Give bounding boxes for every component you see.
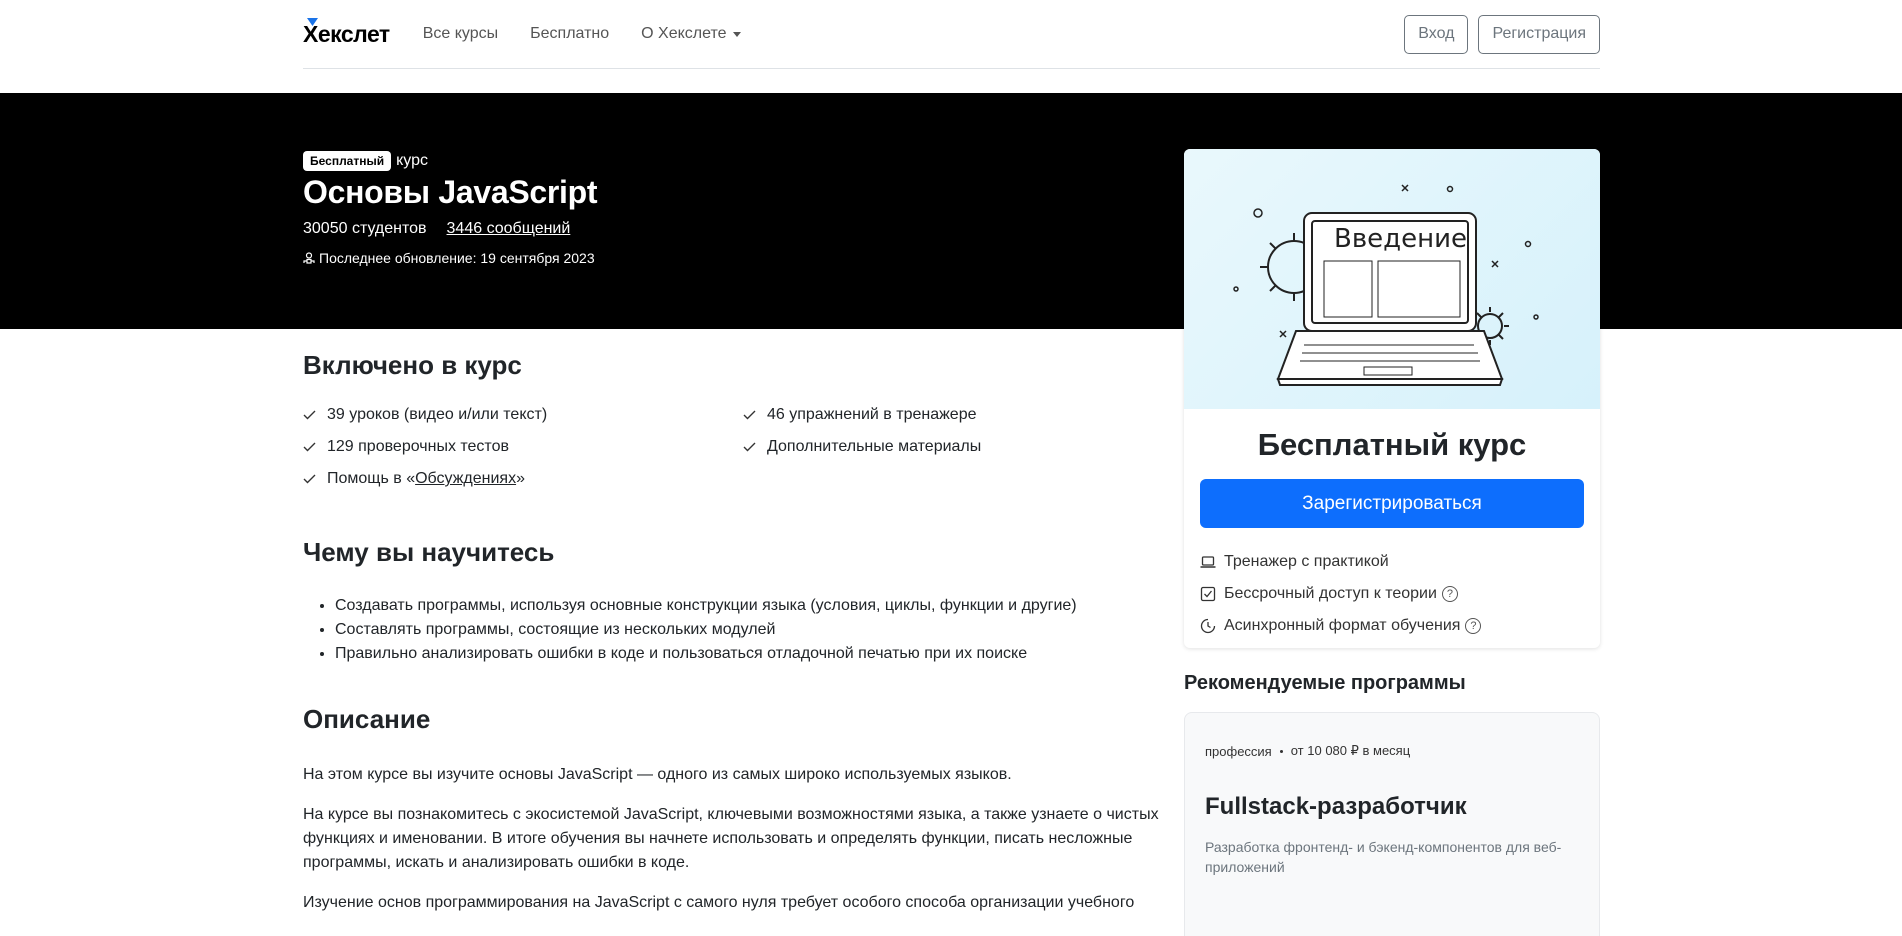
separator-dot bbox=[1279, 749, 1283, 753]
help-prefix: Помощь в « bbox=[327, 470, 416, 487]
logo[interactable]: Хекслет bbox=[303, 17, 390, 48]
included-item: 39 уроков (видео и/или текст) bbox=[303, 405, 743, 425]
learn-title: Чему вы научитесь bbox=[303, 537, 555, 567]
included-item: 129 проверочных тестов bbox=[303, 437, 743, 457]
last-updated-text: Последнее обновление: 19 сентября 2023 bbox=[319, 250, 595, 266]
feature-label: Тренажер с практикой bbox=[1224, 553, 1389, 570]
description-paragraph: На этом курсе вы изучите основы JavaScri… bbox=[303, 766, 1012, 783]
course-type-line: Бесплатный курс bbox=[303, 151, 597, 171]
learn-list: Создавать программы, используя основные … bbox=[335, 594, 1163, 666]
recommended-program-card[interactable]: профессия от 10 080 ₽ в месяц Fullstack-… bbox=[1184, 712, 1600, 936]
program-meta: профессия от 10 080 ₽ в месяц bbox=[1205, 743, 1579, 759]
top-navbar: Хекслет Все курсы Бесплатно О Хекслете В… bbox=[303, 0, 1600, 69]
auth-buttons: Вход Регистрация bbox=[1404, 14, 1600, 54]
check-icon bbox=[743, 409, 758, 421]
laptop-illustration: Введение bbox=[1233, 184, 1539, 386]
feature-item: Тренажер с практикой bbox=[1200, 546, 1584, 578]
logo-mark-icon bbox=[307, 17, 318, 26]
course-hero: Бесплатный курс Основы JavaScript 30050 … bbox=[0, 93, 1902, 329]
last-updated: Последнее обновление: 19 сентября 2023 bbox=[303, 250, 597, 266]
program-type: профессия bbox=[1205, 743, 1272, 759]
enroll-card: Введение Бесплатный курс Зарегистрироват… bbox=[1184, 149, 1600, 648]
free-badge: Бесплатный bbox=[303, 151, 392, 171]
check-icon bbox=[303, 473, 318, 485]
card-title: Бесплатный курс bbox=[1257, 427, 1527, 462]
course-title: Основы JavaScript bbox=[303, 174, 598, 210]
nav-link-about-dropdown[interactable]: О Хекслете bbox=[641, 25, 741, 43]
included-item-label: 129 проверочных тестов bbox=[327, 438, 509, 455]
card-features: Тренажер с практикой Бессрочный доступ к… bbox=[1200, 546, 1584, 642]
register-button[interactable]: Регистрация bbox=[1478, 14, 1600, 54]
login-button[interactable]: Вход bbox=[1404, 14, 1469, 54]
description-body: На этом курсе вы изучите основы JavaScri… bbox=[303, 763, 1163, 915]
clock-icon bbox=[1200, 618, 1216, 634]
description-paragraph: На курсе вы познакомитесь с экосистемой … bbox=[303, 806, 1159, 871]
course-type-label: курс bbox=[396, 152, 429, 169]
check-icon bbox=[743, 441, 758, 453]
caret-down-icon bbox=[732, 31, 741, 37]
learn-item: Создавать программы, используя основные … bbox=[335, 594, 1163, 618]
students-count: 30050 студентов bbox=[303, 220, 427, 237]
program-name: Fullstack-разработчик bbox=[1205, 793, 1467, 820]
check-icon bbox=[303, 409, 318, 421]
illustration-text: Введение bbox=[1334, 224, 1467, 254]
help-icon[interactable]: ? bbox=[1441, 586, 1458, 602]
course-stats: 30050 студентов 3446 сообщений bbox=[303, 220, 597, 238]
included-item: 46 упражнений в тренажере bbox=[743, 405, 1143, 425]
description-paragraph: Изучение основ программирования на JavaS… bbox=[303, 894, 1135, 911]
checkbox-icon bbox=[1200, 586, 1216, 602]
included-item-label: Дополнительные материалы bbox=[767, 438, 982, 455]
included-item-label: 46 упражнений в тренажере bbox=[767, 406, 977, 423]
included-item: Дополнительные материалы bbox=[743, 437, 1143, 457]
nav-links: Все курсы Бесплатно О Хекслете bbox=[423, 25, 741, 43]
messages-link[interactable]: 3446 сообщений bbox=[447, 220, 571, 238]
included-list: 39 уроков (видео и/или текст) 46 упражне… bbox=[303, 405, 1163, 489]
nav-link-free[interactable]: Бесплатно bbox=[530, 25, 609, 43]
laptop-icon bbox=[1200, 554, 1216, 570]
nav-link-about-label: О Хекслете bbox=[641, 25, 727, 42]
description-title: Описание bbox=[303, 704, 431, 734]
learn-item: Правильно анализировать ошибки в коде и … bbox=[335, 642, 1163, 666]
included-title: Включено в курс bbox=[303, 350, 522, 380]
hero-content: Бесплатный курс Основы JavaScript 30050 … bbox=[303, 151, 598, 266]
feature-label: Асинхронный формат обучения bbox=[1224, 617, 1461, 634]
included-item-help: Помощь в «Обсуждениях» bbox=[303, 469, 743, 489]
course-main-content: Включено в курс 39 уроков (видео и/или т… bbox=[303, 350, 1163, 915]
update-icon bbox=[303, 252, 315, 264]
feature-label: Бессрочный доступ к теории bbox=[1224, 585, 1437, 602]
discussions-link[interactable]: Обсуждениях bbox=[415, 470, 516, 488]
program-price: от 10 080 ₽ в месяц bbox=[1290, 743, 1411, 758]
feature-item: Бессрочный доступ к теории ? bbox=[1200, 578, 1584, 610]
help-suffix: » bbox=[516, 470, 525, 487]
included-item-label: 39 уроков (видео и/или текст) bbox=[327, 406, 548, 423]
learn-item: Составлять программы, состоящие из неско… bbox=[335, 618, 1163, 642]
help-icon[interactable]: ? bbox=[1465, 618, 1482, 634]
program-description: Разработка фронтенд- и бэкенд-компоненто… bbox=[1205, 839, 1562, 875]
recommended-title: Рекомендуемые программы bbox=[1184, 672, 1466, 694]
enroll-button[interactable]: Зарегистрироваться bbox=[1200, 479, 1584, 528]
nav-link-all-courses[interactable]: Все курсы bbox=[423, 25, 498, 43]
course-illustration: Введение bbox=[1184, 149, 1600, 409]
feature-item: Асинхронный формат обучения ? bbox=[1200, 610, 1584, 642]
check-icon bbox=[303, 441, 318, 453]
